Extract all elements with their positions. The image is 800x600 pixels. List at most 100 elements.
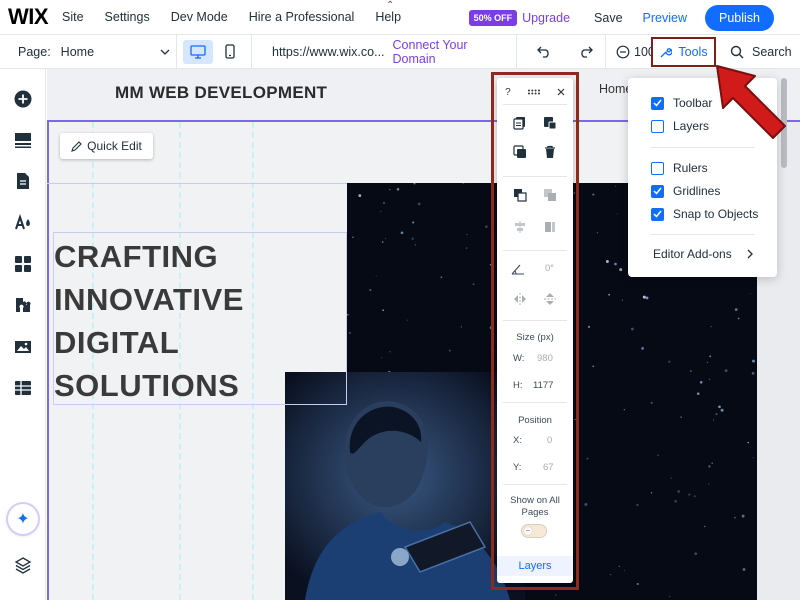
desktop-view-button[interactable]: [183, 39, 213, 64]
editor-toolbar: Page: Home https://www.wix.co... Connect…: [0, 34, 800, 69]
chevron-down-icon: [160, 49, 170, 55]
particle-dot: [381, 357, 383, 358]
particle-dot: [706, 361, 708, 363]
checkbox-checked-icon[interactable]: [651, 96, 664, 110]
upgrade-link[interactable]: Upgrade: [522, 11, 570, 25]
particle-dot: [462, 183, 465, 184]
page-value: Home: [60, 44, 95, 59]
particle-dot: [694, 552, 697, 555]
redo-icon[interactable]: [579, 45, 593, 58]
publish-button[interactable]: Publish: [705, 4, 774, 31]
collapse-chevron-icon[interactable]: ⌃: [386, 0, 394, 11]
particle-dot: [347, 313, 349, 316]
particle-dot: [657, 454, 659, 456]
checkbox-checked-icon[interactable]: [651, 184, 664, 198]
checkbox-unchecked-icon[interactable]: [651, 161, 664, 175]
design-icon[interactable]: [14, 213, 32, 231]
particle-dot: [713, 419, 715, 421]
quick-edit-button[interactable]: Quick Edit: [60, 133, 153, 159]
wrench-icon: [660, 47, 673, 57]
undo-icon[interactable]: [537, 45, 551, 58]
mobile-icon: [225, 44, 235, 59]
particle-dot: [711, 462, 713, 464]
sections-icon[interactable]: [14, 131, 32, 149]
particle-dot: [396, 188, 400, 191]
particle-dot: [708, 465, 711, 468]
particle-dot: [466, 234, 468, 236]
menu-help[interactable]: Help: [375, 10, 401, 24]
particle-dot: [708, 483, 710, 485]
url-text[interactable]: https://www.wix.co...: [272, 45, 385, 59]
chevron-right-icon: [747, 249, 753, 259]
particle-dot: [752, 457, 754, 459]
particle-dot: [742, 568, 746, 571]
rulers-label: Rulers: [673, 161, 708, 175]
layers-label: Layers: [673, 119, 710, 133]
menu-item-layers[interactable]: Layers: [651, 119, 709, 133]
mobile-view-button[interactable]: [215, 40, 245, 64]
layers-icon[interactable]: [14, 556, 32, 574]
save-button[interactable]: Save: [594, 11, 623, 25]
checkbox-checked-icon[interactable]: [651, 207, 664, 221]
menu-site[interactable]: Site: [62, 10, 84, 24]
particle-dot: [616, 213, 618, 215]
top-actions: 50% OFF Upgrade Save Preview Publish: [468, 0, 800, 35]
preview-button[interactable]: Preview: [643, 11, 687, 25]
menu-item-toolbar[interactable]: Toolbar: [651, 96, 712, 110]
menu-item-editor-addons[interactable]: Editor Add-ons: [653, 247, 753, 261]
tools-button[interactable]: Tools: [651, 37, 716, 67]
menu-item-snap-to-objects[interactable]: Snap to Objects: [651, 207, 758, 221]
particle-dot: [710, 325, 712, 328]
add-elements-icon[interactable]: [14, 90, 32, 108]
cms-icon[interactable]: [14, 379, 32, 397]
menu-hire-professional[interactable]: Hire a Professional: [249, 10, 355, 24]
particle-dot: [389, 351, 391, 353]
media-icon[interactable]: [14, 338, 32, 356]
menu-dev-mode[interactable]: Dev Mode: [171, 10, 228, 24]
divider: [605, 34, 606, 69]
particle-dot: [670, 477, 672, 479]
page-selector[interactable]: Page: Home: [18, 45, 170, 59]
connect-domain-link[interactable]: Connect Your Domain: [393, 38, 512, 66]
person-tablet-image[interactable]: [285, 372, 525, 600]
particle-dot: [724, 369, 728, 372]
particle-dot: [650, 492, 653, 494]
particle-dot: [587, 325, 591, 328]
particle-dot: [708, 378, 711, 380]
particle-dot: [400, 231, 404, 235]
menu-item-gridlines[interactable]: Gridlines: [651, 184, 720, 198]
particle-dot: [669, 595, 671, 597]
particle-dot: [596, 232, 599, 234]
desktop-icon: [190, 44, 206, 59]
menu-settings[interactable]: Settings: [105, 10, 150, 24]
headline-line: DIGITAL: [54, 325, 180, 360]
particle-dot: [741, 514, 745, 518]
particle-dot: [680, 416, 682, 418]
ai-assistant-button[interactable]: ✦: [8, 504, 38, 534]
wix-logo[interactable]: WIX: [8, 4, 62, 30]
particle-dot: [592, 365, 595, 368]
hero-headline[interactable]: CRAFTING INNOVATIVE DIGITAL SOLUTIONS: [54, 235, 244, 407]
top-bar: WIX Site Settings Dev Mode Hire a Profes…: [0, 0, 800, 35]
particle-dot: [749, 292, 751, 294]
particle-dot: [382, 309, 385, 312]
gridlines-label: Gridlines: [673, 184, 721, 198]
particle-dot: [586, 457, 589, 460]
search-label: Search: [752, 45, 792, 59]
particle-dot: [592, 193, 595, 196]
discount-badge[interactable]: 50% OFF: [468, 9, 518, 26]
particle-dot: [645, 296, 649, 300]
particle-dot: [636, 582, 639, 586]
divider: [176, 34, 177, 69]
site-title[interactable]: MM WEB DEVELOPMENT: [115, 83, 327, 103]
business-apps-icon[interactable]: [14, 296, 32, 314]
particle-dot: [618, 565, 620, 567]
pages-icon[interactable]: [14, 172, 32, 190]
menu-item-rulers[interactable]: Rulers: [651, 161, 708, 175]
red-arrow-annotation: [716, 65, 786, 139]
particle-dot: [417, 202, 421, 206]
tools-label: Tools: [678, 45, 708, 59]
particle-dot: [383, 202, 385, 204]
checkbox-unchecked-icon[interactable]: [651, 119, 664, 133]
apps-icon[interactable]: [14, 255, 32, 273]
